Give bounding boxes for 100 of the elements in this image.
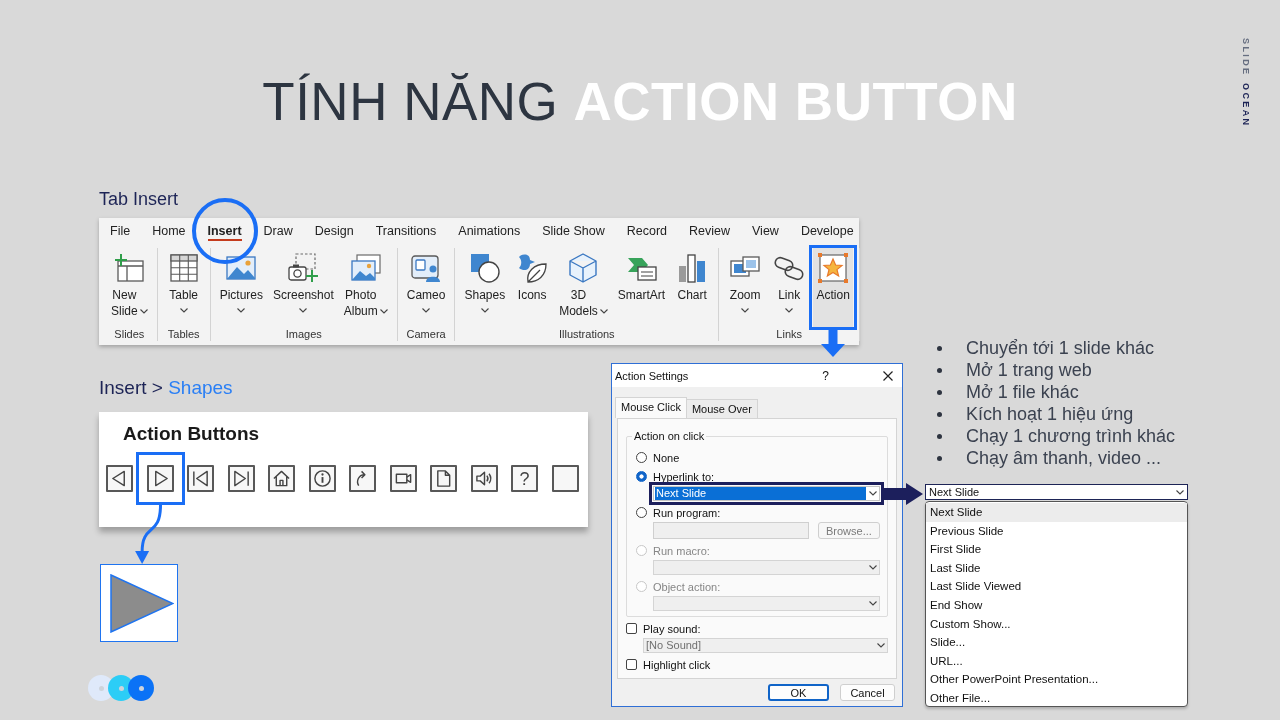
dropdown-option[interactable]: Slide... [926,633,1187,652]
caret-icon [785,307,794,313]
action-button-shape[interactable] [308,465,336,492]
action-button-shape[interactable] [146,465,174,492]
ribbon-button[interactable]: Table [163,248,204,327]
action-button-shape[interactable] [470,465,498,492]
ribbon-tab[interactable]: Design [303,218,365,243]
action-button-shape[interactable] [430,465,457,492]
dropdown-option[interactable]: Last Slide Viewed [926,577,1187,596]
action-button-shape[interactable] [227,465,255,492]
ribbon-button[interactable]: Chart [672,248,713,327]
dialog-button[interactable]: OK [768,684,829,701]
brand-text: SLIDE [1240,38,1252,77]
feature-text: Chuyển tới 1 slide khác [966,337,1154,359]
ribbon-tab[interactable]: Develope [789,218,865,243]
caret-icon [379,309,388,314]
ribbon-tab[interactable]: Review [678,218,741,243]
ribbon-button[interactable]: Cameo [403,248,449,327]
caret-icon [299,307,308,313]
bullet-icon [937,455,942,461]
radio-option[interactable]: None [636,448,880,467]
action-button-shape[interactable] [349,465,376,492]
ribbon-button[interactable]: Shapes [461,248,509,327]
action-button-shape[interactable] [268,465,295,492]
ribbon-button[interactable]: Pictures [216,248,267,327]
dialog-tab[interactable]: Mouse Over [685,399,758,418]
dropdown-option[interactable]: First Slide [926,540,1187,559]
caret-icon [877,643,885,648]
caret-icon [237,307,246,313]
ribbon-tab[interactable]: File [99,218,142,243]
section-label: Insert > Shapes [99,376,233,400]
dropdown-option[interactable]: End Show [926,595,1187,615]
dropdown-option[interactable]: Custom Show... [926,614,1187,634]
action-button-shape[interactable] [106,465,133,492]
dialog-button[interactable]: Cancel [840,684,895,701]
checkbox-option[interactable]: Play sound: [626,619,888,638]
group-label: Action on click [632,430,707,443]
action-button-shape[interactable] [187,465,214,492]
dialog-tab[interactable]: Mouse Click [615,397,687,418]
person-frame-icon [410,252,443,284]
dropdown-option[interactable]: Last Slide [926,558,1187,578]
ribbon-button[interactable]: Photo Album [340,248,391,327]
ribbon-button[interactable]: Icons [512,248,553,327]
combo-box[interactable]: Next Slide [925,484,1188,500]
ribbon-button[interactable]: New Slide [108,248,151,327]
group-label: Slides [114,327,145,341]
brand-text: OCEAN [1240,82,1252,128]
caret-icon [869,565,877,570]
action-button-shape[interactable]: ? [511,465,538,492]
caret-icon [422,307,431,313]
dropdown-option[interactable]: Other PowerPoint Presentation... [926,670,1187,689]
group-label: Illustrations [559,327,615,341]
ribbon-button[interactable]: Zoom [725,248,766,327]
bullet-icon [937,389,942,395]
dropdown-option[interactable]: URL... [926,651,1187,671]
caret-icon [480,307,489,313]
bullet-icon [937,345,942,351]
group-label: Camera [406,327,446,341]
dropdown-option[interactable]: Next Slide [926,503,1187,522]
radio-option[interactable]: Run program: [636,503,880,522]
camera-plus-icon [287,252,320,284]
ribbon-tab[interactable]: Record [615,218,678,243]
ribbon-button[interactable]: Action [813,248,854,327]
dropdown-option[interactable]: Previous Slide [926,521,1187,541]
ribbon-tab[interactable]: Animations [447,218,532,243]
caret-icon [741,307,750,313]
help-button[interactable]: ? [822,368,829,383]
ribbon-tab[interactable]: Slide Show [531,218,616,243]
caret-icon [179,307,188,313]
feature-text: Chạy âm thanh, video ... [966,447,1162,469]
dropdown-option[interactable]: Other File... [926,688,1187,708]
right-triangle-bar-icon [231,469,251,488]
combo-box[interactable]: Next Slide [653,486,880,501]
ribbon-tab[interactable]: View [741,218,790,243]
action-button-shape[interactable] [551,465,579,492]
feature-text: Chạy 1 chương trình khác [966,425,1175,447]
ribbon-tab[interactable]: Home [141,218,197,243]
close-icon[interactable] [883,370,893,381]
star-frame-icon [817,252,850,284]
group-label: Links [776,327,802,341]
section-label: Tab Insert [99,188,179,210]
checkbox-option[interactable]: Highlight click [626,655,888,674]
ribbon-tab[interactable]: Transitions [364,218,448,243]
feature-text: Kích hoạt 1 hiệu ứng [966,403,1134,425]
pointer-arrow [884,483,923,505]
square-circle-icon [468,252,501,284]
bar-left-triangle-icon [191,469,210,488]
ribbon-button[interactable]: Screenshot [270,248,337,327]
ribbon-button[interactable]: SmartArt [614,248,669,327]
caret-icon [1176,489,1184,495]
ribbon-tab[interactable]: Draw [252,218,304,243]
action-button-shape[interactable] [389,465,417,492]
radio-option[interactable]: Hyperlink to: [636,467,880,486]
ribbon-button[interactable]: 3D Models [556,248,611,327]
text-field[interactable] [653,522,809,539]
caret-icon [869,601,877,606]
pointer-arrow [821,330,845,357]
house-icon [272,469,291,488]
caret-icon [869,491,877,496]
ribbon-button[interactable]: Link [769,248,810,327]
